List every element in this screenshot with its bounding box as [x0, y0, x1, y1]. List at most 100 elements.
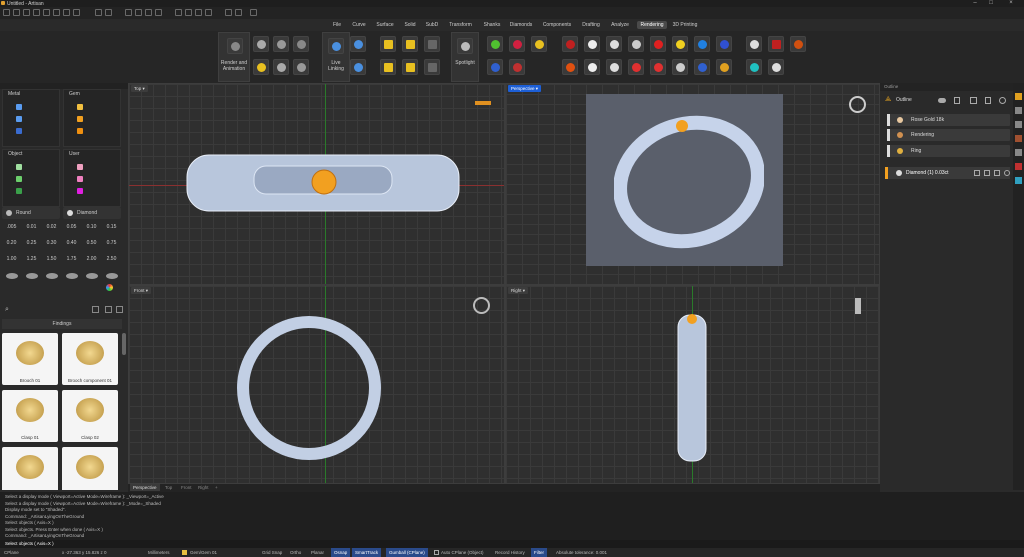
viewport-tab[interactable]: Right	[195, 484, 212, 491]
menu-3d-printing[interactable]: 3D Printing	[670, 21, 700, 29]
add-icon[interactable]	[116, 306, 123, 313]
heart-icon[interactable]	[509, 36, 525, 52]
export-icon[interactable]	[53, 9, 60, 16]
auto-cplane-toggle[interactable]: Auto CPlane (Object)	[441, 548, 484, 557]
gem-size-button[interactable]: 0.15	[102, 222, 121, 232]
select-icon[interactable]	[175, 9, 182, 16]
new-file-icon[interactable]	[3, 9, 10, 16]
osnap-toggle[interactable]: Osnap	[331, 548, 351, 557]
folder-open-icon[interactable]	[402, 36, 418, 52]
front-viewport[interactable]: Front ▾	[128, 285, 505, 484]
brush-icon[interactable]	[985, 97, 991, 104]
maximize-button[interactable]: □	[984, 0, 998, 7]
viewport-tab[interactable]: +	[212, 484, 221, 491]
menu-transform[interactable]: Transform	[447, 21, 474, 29]
cut-icon[interactable]	[95, 9, 102, 16]
outline-tab-icon[interactable]	[1015, 93, 1022, 100]
gem-size-button[interactable]: 2.50	[102, 254, 121, 264]
menu-rendering[interactable]: Rendering	[637, 21, 667, 29]
menu-surface[interactable]: Surface	[374, 21, 396, 29]
viewport-tab[interactable]: Perspective	[130, 484, 160, 491]
outline-item[interactable]: Rose Gold 18k	[887, 114, 1010, 126]
menu-curve[interactable]: Curve	[349, 21, 369, 29]
pin-icon[interactable]	[650, 36, 666, 52]
scatter-red-icon[interactable]	[562, 36, 578, 52]
ball-white-icon[interactable]	[606, 59, 622, 75]
refresh-icon[interactable]	[350, 59, 366, 75]
zoom-icon[interactable]	[145, 9, 152, 16]
gem-shape-icon[interactable]	[46, 273, 58, 279]
copy-icon[interactable]	[105, 9, 112, 16]
eyedropper-icon[interactable]	[954, 97, 960, 104]
orange-target-icon[interactable]	[562, 59, 578, 75]
perspective-viewport-label[interactable]: Perspective ▾	[508, 85, 542, 92]
live-linking-button[interactable]: Live Linking	[322, 32, 350, 82]
image-export-icon[interactable]	[424, 59, 440, 75]
puzzle-icon[interactable]	[672, 59, 688, 75]
undo-icon[interactable]	[63, 9, 70, 16]
outline-item[interactable]: Ring	[887, 145, 1010, 157]
camera-icon[interactable]	[253, 36, 269, 52]
grid-snap-toggle[interactable]: Grid Snap	[262, 548, 282, 557]
color-tab-icon[interactable]	[1015, 163, 1022, 170]
gem-size-button[interactable]: 1.50	[42, 254, 61, 264]
layers-tab-icon[interactable]	[1015, 107, 1022, 114]
env-tab-icon[interactable]	[1015, 177, 1022, 184]
zoom-extents-icon[interactable]	[155, 9, 162, 16]
folder-icon[interactable]	[380, 36, 396, 52]
ortho-toggle[interactable]: Ortho	[290, 548, 301, 557]
planar-toggle[interactable]: Planar	[311, 548, 324, 557]
import-icon[interactable]	[43, 9, 50, 16]
finding-tile[interactable]: Brooch 01	[2, 333, 58, 385]
folder-export-icon[interactable]	[402, 59, 418, 75]
gem-size-button[interactable]: 1.25	[22, 254, 41, 264]
menu-solid[interactable]: Solid	[401, 21, 419, 29]
right-viewport[interactable]: Right ▾	[505, 285, 880, 484]
print-icon[interactable]	[33, 9, 40, 16]
gem-shape-icon[interactable]	[26, 273, 38, 279]
round-gem-button[interactable]: Round	[2, 207, 60, 219]
minimize-button[interactable]: –	[968, 0, 982, 7]
folder-icon[interactable]	[92, 306, 99, 313]
menu-diamonds[interactable]: Diamonds	[506, 21, 536, 29]
gem-size-button[interactable]: 1.75	[62, 254, 81, 264]
environment-icon[interactable]	[273, 59, 289, 75]
refresh-icon[interactable]	[999, 97, 1006, 104]
render-animation-button[interactable]: Render and Animation	[218, 32, 250, 82]
finding-tile[interactable]	[62, 447, 118, 490]
ball-set-icon[interactable]	[509, 59, 525, 75]
gem-shape-icon[interactable]	[86, 273, 98, 279]
record-history-toggle[interactable]: Record History	[495, 548, 525, 557]
gumball-toggle[interactable]: Gumball (CPlane)	[386, 548, 428, 557]
rotate-view-icon[interactable]	[135, 9, 142, 16]
gem-size-button[interactable]: 0.20	[2, 238, 21, 248]
finding-tile[interactable]: Brooch component 01	[62, 333, 118, 385]
menu-components[interactable]: Components	[540, 21, 574, 29]
show-icon[interactable]	[205, 9, 212, 16]
materials-tab-icon[interactable]	[1015, 135, 1022, 142]
light-icon[interactable]	[253, 59, 269, 75]
gems-icon[interactable]	[293, 36, 309, 52]
gem-shape-icon[interactable]	[106, 273, 118, 279]
ring-icon[interactable]	[849, 96, 866, 113]
visibility-icon[interactable]	[1004, 170, 1010, 176]
gem-size-button[interactable]: 0.25	[22, 238, 41, 248]
open-file-icon[interactable]	[13, 9, 20, 16]
outline-selected-item[interactable]: Diamond (1) 0.03ct	[885, 167, 1010, 179]
sign-icon[interactable]	[531, 36, 547, 52]
gem-size-button[interactable]: 0.02	[42, 222, 61, 232]
smarttrack-toggle[interactable]: SmartTrack	[352, 548, 382, 557]
search-icon[interactable]: ⌕	[5, 306, 9, 314]
pencil-icon[interactable]	[694, 59, 710, 75]
layer-icon[interactable]	[225, 9, 232, 16]
gem-size-button[interactable]: 1.00	[2, 254, 21, 264]
finding-tile[interactable]: Clasp 02	[62, 390, 118, 442]
perspective-viewport[interactable]: Perspective ▾	[505, 83, 880, 285]
command-prompt[interactable]: Select objects ( Axis=X )	[0, 540, 1024, 548]
menu-file[interactable]: File	[330, 21, 344, 29]
image-icon[interactable]	[424, 36, 440, 52]
moon-icon[interactable]	[746, 36, 762, 52]
units-label[interactable]: Millimeters	[148, 548, 170, 557]
folder-save-icon[interactable]	[380, 59, 396, 75]
menu-shanks[interactable]: Shanks	[480, 21, 504, 29]
